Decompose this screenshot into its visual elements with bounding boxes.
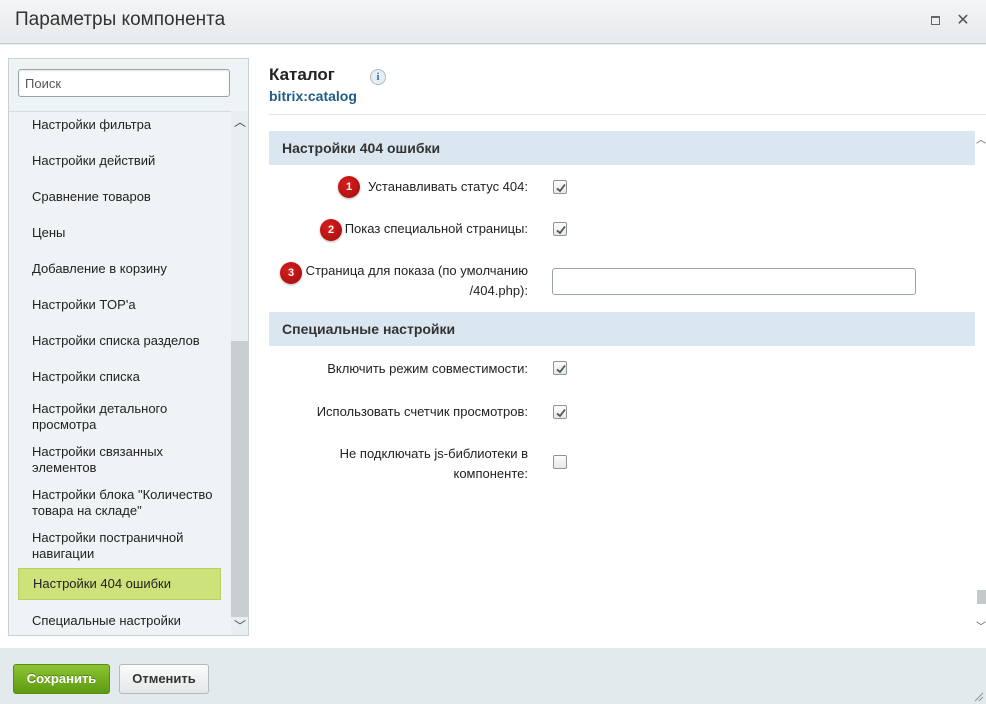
field-label-show-page: Показ специальной страницы:: [344, 221, 528, 236]
field-label-page-url: Страница для показа (по умолчанию /404.p…: [306, 261, 528, 301]
sidebar-item-filter[interactable]: Настройки фильтра: [18, 117, 221, 133]
close-icon[interactable]: ✕: [955, 13, 971, 29]
field-label-line: Страница для показа (по умолчанию: [305, 263, 528, 278]
page-url-input[interactable]: [552, 268, 916, 295]
step-badge: 1: [338, 176, 360, 198]
info-icon[interactable]: i: [370, 69, 386, 85]
cancel-button[interactable]: Отменить: [119, 664, 209, 694]
component-code: bitrix:catalog: [269, 88, 357, 104]
maximize-icon[interactable]: [927, 13, 943, 29]
sidebar-item-basket[interactable]: Добавление в корзину: [18, 261, 221, 277]
no-js-checkbox[interactable]: [553, 455, 567, 469]
sidebar-item-special[interactable]: Специальные настройки: [18, 613, 221, 629]
sidebar-item-detail[interactable]: Настройки детального просмотра: [18, 401, 221, 433]
field-label-set-status: Устанавливать статус 404:: [368, 179, 528, 194]
dialog-content: Настройки фильтра Настройки действий Сра…: [0, 45, 986, 648]
field-label-no-js: Не подключать js-библиотеки в компоненте…: [340, 444, 528, 484]
settings-panel: Каталог i bitrix:catalog Настройки 404 о…: [269, 45, 986, 648]
sections-sidebar: Настройки фильтра Настройки действий Сра…: [8, 58, 249, 636]
chevron-up-icon[interactable]: ︿: [976, 131, 986, 146]
sidebar-item-linked[interactable]: Настройки связанных элементов: [18, 444, 221, 476]
field-label-line: /404.php):: [469, 283, 528, 298]
component-title: Каталог: [269, 65, 335, 84]
field-label-compat-mode: Включить режим совместимости:: [327, 361, 528, 376]
section-header-404: Настройки 404 ошибки: [269, 131, 975, 165]
field-label-line: компоненте:: [453, 466, 528, 481]
step-badge: 2: [320, 219, 342, 241]
dialog-titlebar: Параметры компонента ✕: [0, 0, 986, 44]
sidebar-item-pagination[interactable]: Настройки постраничной навигации: [18, 530, 221, 562]
sidebar-item-actions[interactable]: Настройки действий: [18, 153, 221, 169]
dialog-footer: Сохранить Отменить: [0, 648, 986, 704]
show-page-checkbox[interactable]: [553, 222, 567, 236]
chevron-down-icon[interactable]: ﹀: [233, 619, 247, 633]
section-header-special: Специальные настройки: [269, 312, 975, 346]
field-label-line: Не подключать js-библиотеки в: [339, 446, 528, 461]
sidebar-item-list[interactable]: Настройки списка: [18, 369, 221, 385]
set-status-checkbox[interactable]: [553, 180, 567, 194]
field-label-view-counter: Использовать счетчик просмотров:: [316, 404, 528, 419]
header-divider: [269, 114, 986, 115]
sidebar-item-compare[interactable]: Сравнение товаров: [18, 189, 221, 205]
sidebar-item-section-list[interactable]: Настройки списка разделов: [18, 333, 221, 349]
resize-grip-icon[interactable]: [972, 690, 984, 702]
chevron-down-icon[interactable]: ﹀: [976, 618, 986, 633]
view-counter-checkbox[interactable]: [553, 405, 567, 419]
sidebar-item-top[interactable]: Настройки TOP'а: [18, 297, 221, 313]
sidebar-item-store-amount[interactable]: Настройки блока "Количество товара на ск…: [18, 487, 221, 519]
dialog-title: Параметры компонента: [15, 9, 226, 30]
chevron-up-icon[interactable]: ︿: [233, 115, 247, 129]
sidebar-scroll-thumb[interactable]: [231, 341, 248, 617]
settings-scroll-thumb[interactable]: [977, 590, 986, 604]
sidebar-item-404[interactable]: Настройки 404 ошибки: [18, 568, 221, 600]
step-badge: 3: [280, 262, 302, 284]
sidebar-list: Настройки фильтра Настройки действий Сра…: [18, 111, 232, 635]
compat-mode-checkbox[interactable]: [553, 361, 567, 375]
search-input[interactable]: [18, 69, 230, 97]
sidebar-item-prices[interactable]: Цены: [18, 225, 221, 241]
settings-scrollbar[interactable]: [976, 130, 986, 634]
save-button[interactable]: Сохранить: [13, 664, 110, 694]
